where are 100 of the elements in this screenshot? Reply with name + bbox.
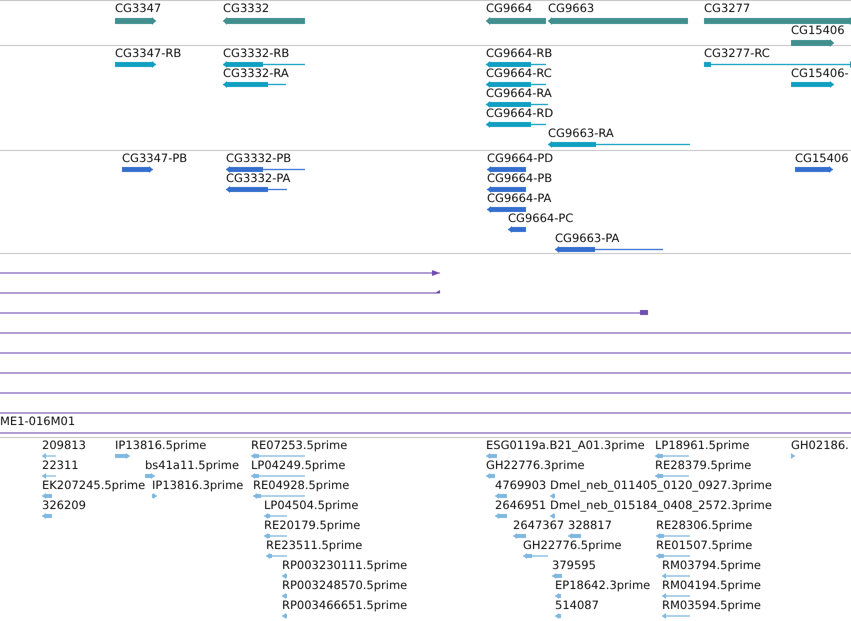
est-glyph[interactable] — [656, 533, 690, 539]
est-label: IP13816.5prime — [115, 439, 206, 452]
est-label: 326209 — [42, 499, 86, 512]
transcript-glyph[interactable] — [115, 61, 156, 68]
gene-glyph[interactable] — [223, 17, 305, 25]
est-label: Dmel_neb_011405_0120_0927.3prime — [550, 479, 772, 492]
alignment-label: ME1-016M01 — [0, 415, 76, 428]
protein-glyph[interactable] — [122, 166, 153, 173]
est-label: RE04928.5prime — [253, 479, 350, 492]
est-glyph[interactable] — [662, 613, 690, 619]
transcript-glyph[interactable] — [486, 61, 546, 68]
gene-glyph[interactable] — [791, 39, 834, 47]
protein-label: CG3347-PB — [122, 152, 188, 165]
est-glyph[interactable] — [266, 553, 287, 559]
transcript-glyph[interactable] — [223, 81, 286, 88]
transcript-label: CG3332-RA — [223, 67, 289, 80]
est-glyph[interactable] — [253, 493, 305, 499]
est-glyph[interactable] — [486, 473, 495, 479]
protein-glyph[interactable] — [487, 206, 526, 213]
gene-label: CG9663 — [548, 2, 594, 15]
transcript-glyph[interactable] — [704, 61, 851, 68]
est-label: RP003466651.5prime — [282, 599, 408, 612]
est-label: EP18642.3prime — [555, 579, 650, 592]
protein-glyph[interactable] — [487, 186, 526, 193]
gene-label: CG3332 — [223, 2, 270, 15]
transcript-glyph[interactable] — [486, 101, 548, 108]
transcript-glyph[interactable] — [548, 141, 690, 148]
transcript-label: CG3332-RB — [223, 47, 290, 60]
est-label: GH02186. — [791, 439, 849, 452]
est-glyph[interactable] — [115, 453, 130, 459]
transcript-label: CG3277-RC — [704, 47, 770, 60]
est-glyph[interactable] — [145, 473, 155, 479]
est-glyph[interactable] — [555, 613, 561, 619]
est-glyph[interactable] — [282, 613, 287, 619]
gene-glyph[interactable] — [548, 17, 688, 25]
est-glyph[interactable] — [251, 473, 305, 479]
est-label: RE28306.5prime — [656, 519, 752, 532]
est-glyph[interactable] — [42, 513, 52, 519]
est-glyph[interactable] — [251, 453, 305, 459]
gene-glyph[interactable] — [486, 17, 546, 25]
transcript-label: CG9663-RA — [548, 127, 614, 140]
protein-label: CG15406 — [795, 152, 849, 165]
est-label: RE28379.5prime — [655, 459, 752, 472]
est-glyph[interactable] — [42, 493, 52, 499]
est-label: RP003248570.5prime — [282, 579, 408, 592]
est-glyph[interactable] — [662, 573, 690, 579]
transcript-label: CG9664-RC — [486, 67, 552, 80]
transcript-glyph[interactable] — [486, 121, 546, 128]
protein-glyph[interactable] — [795, 166, 833, 173]
est-glyph[interactable] — [264, 513, 287, 519]
gene-glyph[interactable] — [115, 17, 156, 25]
protein-label: CG9664-PA — [487, 192, 552, 205]
protein-label: CG9663-PA — [555, 232, 620, 245]
protein-glyph[interactable] — [555, 246, 663, 253]
est-glyph[interactable] — [495, 513, 507, 519]
est-glyph[interactable] — [568, 533, 581, 539]
est-label: Dmel_neb_015184_0408_2572.3prime — [550, 499, 772, 512]
protein-glyph[interactable] — [508, 226, 526, 233]
transcript-glyph[interactable] — [223, 61, 305, 68]
est-glyph[interactable] — [486, 453, 497, 459]
gene-glyph[interactable] — [704, 17, 851, 25]
est-glyph[interactable] — [552, 573, 562, 579]
est-glyph[interactable] — [656, 553, 690, 559]
est-glyph[interactable] — [550, 493, 555, 499]
est-glyph[interactable] — [550, 513, 555, 519]
gene-label: CG3347 — [115, 2, 162, 15]
est-glyph[interactable] — [555, 593, 561, 599]
est-glyph[interactable] — [655, 473, 689, 479]
est-glyph[interactable] — [264, 533, 287, 539]
est-glyph[interactable] — [42, 453, 56, 459]
protein-glyph[interactable] — [487, 166, 526, 173]
est-glyph[interactable] — [662, 593, 690, 599]
est-label: IP13816.3prime — [152, 479, 244, 492]
est-glyph[interactable] — [282, 573, 287, 579]
est-label: ESG0119a.B21_A01.3prime — [486, 439, 645, 452]
transcript-label: CG3347-RB — [115, 47, 182, 60]
protein-label: CG9664-PD — [487, 152, 554, 165]
protein-glyph[interactable] — [226, 186, 287, 193]
est-glyph[interactable] — [655, 453, 689, 459]
est-label: 2647367 — [513, 519, 564, 532]
est-label: RE20179.5prime — [264, 519, 360, 532]
est-glyph[interactable] — [523, 553, 548, 559]
protein-glyph[interactable] — [226, 166, 305, 173]
est-label: RM03594.5prime — [662, 599, 761, 612]
transcript-label: CG9664-RD — [486, 107, 554, 120]
est-glyph[interactable] — [513, 533, 526, 539]
est-label: 328817 — [568, 519, 612, 532]
est-label: 514087 — [555, 599, 599, 612]
est-glyph[interactable] — [282, 593, 287, 599]
est-label: 4769903 — [495, 479, 546, 492]
est-label: RM03794.5prime — [662, 559, 761, 572]
est-label: 209813 — [42, 439, 86, 452]
est-glyph[interactable] — [791, 453, 795, 459]
est-label: RP003230111.5prime — [282, 559, 408, 572]
est-glyph[interactable] — [495, 493, 507, 499]
transcript-label: CG9664-RA — [486, 87, 552, 100]
est-glyph[interactable] — [152, 493, 157, 499]
est-glyph[interactable] — [42, 473, 56, 479]
transcript-glyph[interactable] — [486, 81, 546, 88]
transcript-glyph[interactable] — [791, 81, 834, 88]
